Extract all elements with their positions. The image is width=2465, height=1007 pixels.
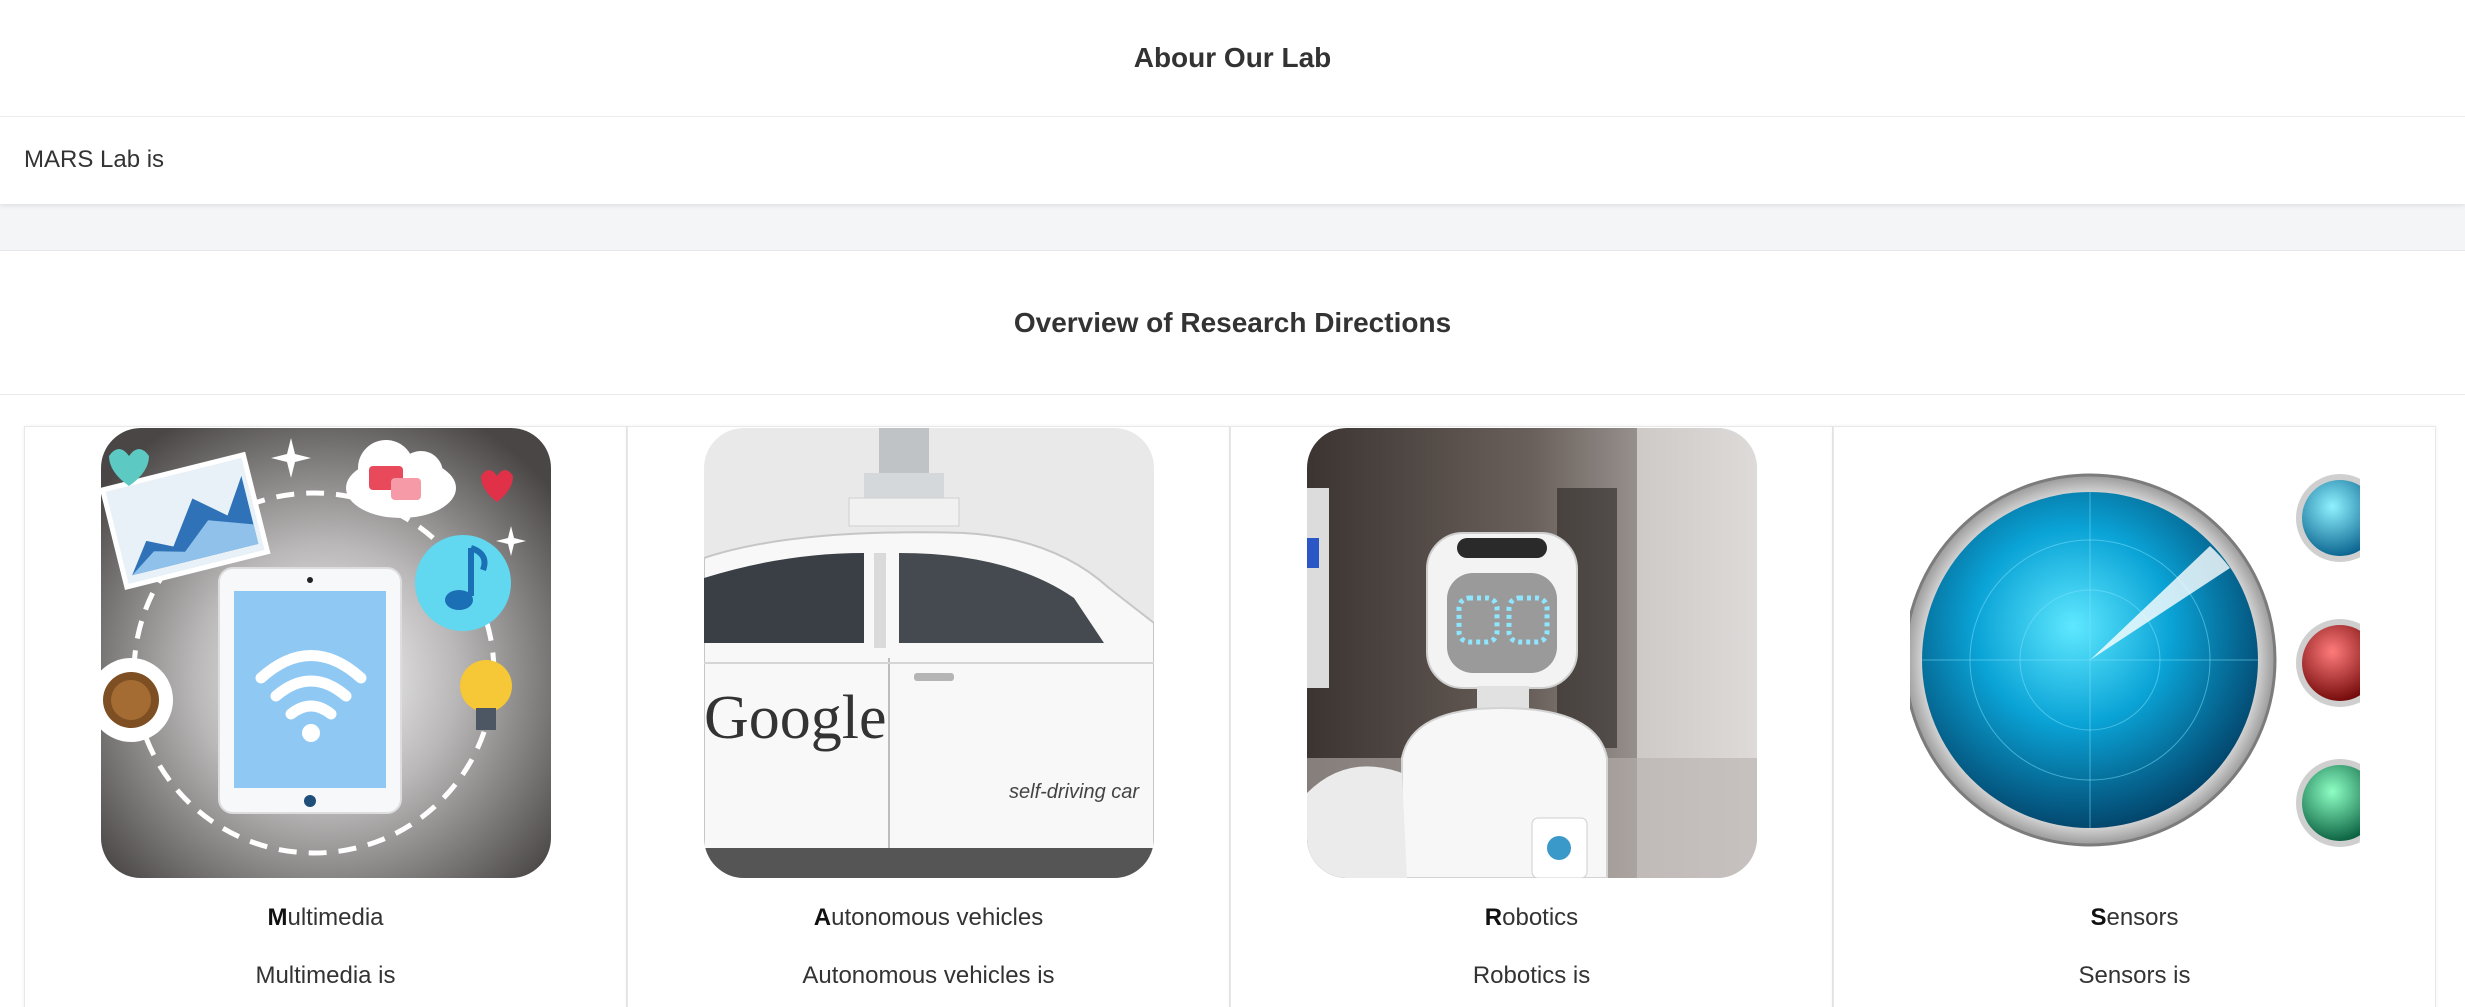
research-card-title[interactable]: Robotics [1231, 904, 1832, 932]
research-title: Overview of Research Directions [1013, 306, 1452, 338]
research-card-sensors[interactable]: Sensors Sensors is [1833, 426, 2436, 1007]
title-initial: M [267, 904, 288, 931]
research-card-robotics[interactable]: Robotics Robotics is [1230, 426, 1833, 1007]
research-card-title[interactable]: Multimedia [25, 904, 626, 932]
self-driving-car-photo-icon[interactable]: Google self-driving car [704, 428, 1154, 878]
about-header: Abour Our Lab [0, 0, 2465, 117]
title-initial: A [813, 904, 832, 931]
title-rest: ultimedia [287, 904, 384, 931]
title-rest: ensors [2106, 904, 2179, 931]
title-rest: utonomous vehicles [831, 904, 1044, 931]
svg-text:Google: Google [704, 684, 887, 752]
research-card-title[interactable]: Sensors [1834, 904, 2435, 932]
robot-photo-icon[interactable] [1307, 428, 1757, 878]
research-card-description: Sensors is [2078, 962, 2191, 989]
research-card-description: Robotics is [1472, 962, 1591, 989]
research-header: Overview of Research Directions [0, 251, 2465, 395]
research-card-description: Multimedia is [255, 962, 396, 989]
about-body: MARS Lab is [0, 117, 2465, 203]
radar-sensor-illustration-icon[interactable] [1910, 428, 2360, 878]
research-card-autonomous-vehicles[interactable]: Google self-driving car Autonomous vehic… [627, 426, 1230, 1007]
about-text: MARS Lab is [24, 146, 165, 173]
svg-text:self-driving car: self-driving car [1009, 781, 1140, 803]
multimedia-illustration-icon[interactable] [101, 428, 551, 878]
title-initial: S [2090, 904, 2107, 931]
research-card-multimedia[interactable]: Multimedia Multimedia is [24, 426, 627, 1007]
title-initial: R [1484, 904, 1503, 931]
about-title: Abour Our Lab [1133, 42, 1332, 73]
title-rest: obotics [1502, 904, 1579, 931]
research-card-description: Autonomous vehicles is [802, 962, 1055, 989]
about-section: Abour Our Lab MARS Lab is [0, 0, 2465, 204]
research-section: Overview of Research Directions Multimed… [0, 250, 2465, 1007]
research-card-title[interactable]: Autonomous vehicles [628, 904, 1229, 932]
research-card-list: Multimedia Multimedia is Google self-dri… [24, 426, 2436, 1007]
